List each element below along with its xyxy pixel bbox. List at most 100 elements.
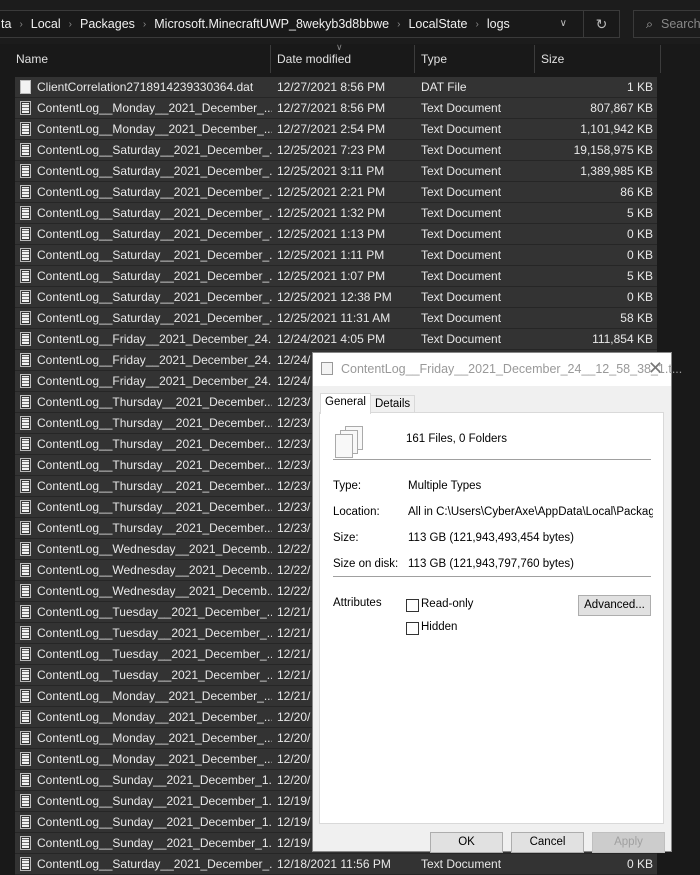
file-date: 12/25/2021 12:38 PM	[277, 290, 392, 304]
text-document-icon	[20, 458, 31, 472]
file-type: Text Document	[421, 101, 502, 115]
cancel-button[interactable]: Cancel	[511, 832, 584, 853]
refresh-icon[interactable]: ↻	[583, 11, 619, 37]
column-header-name[interactable]: Name	[10, 45, 271, 73]
multiple-files-icon	[321, 362, 333, 375]
column-header-type[interactable]: Type	[415, 45, 535, 73]
file-row[interactable]: ContentLog__Saturday__2021_December_... 1…	[15, 161, 657, 182]
file-row[interactable]: ContentLog__Friday__2021_December_24... 1…	[15, 329, 657, 350]
file-row[interactable]: ContentLog__Saturday__2021_December_... 1…	[15, 245, 657, 266]
file-date: 12/25/2021 3:11 PM	[277, 164, 385, 178]
tab-details[interactable]: Details	[370, 395, 416, 413]
file-name: ContentLog__Wednesday__2021_Decemb...	[37, 563, 272, 577]
breadcrumb-local[interactable]: Local	[31, 17, 61, 31]
read-only-label[interactable]: Read-only	[421, 598, 473, 610]
file-date: 12/20/	[277, 752, 311, 766]
file-size: 1,389,985 KB	[580, 164, 653, 178]
chevron-right-icon: ›	[397, 18, 401, 30]
search-input[interactable]: ⌕ Search	[633, 10, 700, 38]
read-only-checkbox[interactable]	[406, 599, 419, 612]
file-date: 12/24/2021 4:05 PM	[277, 332, 386, 346]
file-date: 12/23/	[277, 395, 311, 409]
file-date: 12/22/	[277, 542, 311, 556]
location-label: Location:	[333, 506, 380, 518]
file-row[interactable]: ContentLog__Saturday__2021_December_... 1…	[15, 203, 657, 224]
text-document-icon	[20, 101, 31, 115]
text-document-icon	[20, 416, 31, 430]
breadcrumb-localstate[interactable]: LocalState	[408, 17, 467, 31]
file-row[interactable]: ContentLog__Saturday__2021_December_... 1…	[15, 224, 657, 245]
file-date: 12/20/	[277, 773, 311, 787]
text-document-icon	[20, 395, 31, 409]
hidden-checkbox[interactable]	[406, 622, 419, 635]
file-row[interactable]: ContentLog__Saturday__2021_December_... 1…	[15, 308, 657, 329]
file-name: ContentLog__Saturday__2021_December_...	[37, 290, 272, 304]
file-date: 12/21/	[277, 605, 311, 619]
divider	[333, 459, 651, 460]
dialog-title-bar[interactable]: ContentLog__Friday__2021_December_24__12…	[313, 353, 682, 386]
properties-dialog: ContentLog__Friday__2021_December_24__12…	[312, 352, 682, 853]
file-date: 12/23/	[277, 521, 311, 535]
file-row[interactable]: ContentLog__Saturday__2021_December_... 1…	[15, 140, 657, 161]
file-row[interactable]: ContentLog__Saturday__2021_December_... 1…	[15, 854, 657, 875]
file-date: 12/22/	[277, 563, 311, 577]
breadcrumb-minecraft[interactable]: Microsoft.MinecraftUWP_8wekyb3d8bbwe	[154, 17, 389, 31]
size-on-disk-label: Size on disk:	[333, 558, 399, 570]
text-document-icon	[20, 836, 31, 850]
file-name: ContentLog__Thursday__2021_December...	[37, 479, 272, 493]
column-header-date[interactable]: Date modified	[271, 45, 415, 73]
file-name: ContentLog__Saturday__2021_December_...	[37, 164, 272, 178]
file-date: 12/25/2021 1:32 PM	[277, 206, 386, 220]
column-header-size[interactable]: Size	[535, 45, 661, 73]
file-type: Text Document	[421, 332, 502, 346]
explorer-toolbar: ta › Local › Packages › Microsoft.Minecraft…	[0, 0, 700, 44]
hidden-label[interactable]: Hidden	[421, 621, 457, 633]
file-row[interactable]: ContentLog__Saturday__2021_December_... 1…	[15, 287, 657, 308]
text-document-icon	[20, 353, 31, 367]
chevron-right-icon: ›	[142, 18, 147, 30]
file-row[interactable]: ContentLog__Saturday__2021_December_... 1…	[15, 182, 657, 203]
file-row[interactable]: ContentLog__Saturday__2021_December_... 1…	[15, 266, 657, 287]
file-name: ContentLog__Saturday__2021_December_...	[37, 143, 272, 157]
file-row[interactable]: ContentLog__Monday__2021_December_... 12/…	[15, 119, 657, 140]
file-date: 12/27/2021 8:56 PM	[277, 101, 386, 115]
type-label: Type:	[333, 480, 362, 492]
file-size: 86 KB	[620, 185, 653, 199]
file-name: ContentLog__Thursday__2021_December...	[37, 416, 272, 430]
file-date: 12/27/2021 8:56 PM	[277, 80, 386, 94]
apply-button[interactable]: Apply	[592, 832, 665, 853]
file-name: ContentLog__Friday__2021_December_24...	[37, 353, 272, 367]
file-name: ContentLog__Tuesday__2021_December_...	[37, 647, 272, 661]
text-document-icon	[20, 542, 31, 556]
text-document-icon	[20, 668, 31, 682]
chevron-down-icon[interactable]: ∨	[560, 18, 567, 29]
file-date: 12/25/2021 1:11 PM	[277, 248, 385, 262]
file-name: ContentLog__Friday__2021_December_24...	[37, 332, 272, 346]
file-date: 12/20/	[277, 731, 311, 745]
file-type: Text Document	[421, 143, 502, 157]
file-date: 12/23/	[277, 416, 311, 430]
file-size: 19,158,975 KB	[573, 143, 653, 157]
file-date: 12/19/	[277, 815, 311, 829]
file-date: 12/21/	[277, 626, 311, 640]
file-date: 12/25/2021 7:23 PM	[277, 143, 386, 157]
ok-button[interactable]: OK	[430, 832, 503, 853]
file-row[interactable]: ClientCorrelation2718914239330364.dat 12/…	[15, 77, 657, 98]
text-document-icon	[20, 563, 31, 577]
breadcrumb-appdata[interactable]: ta	[1, 17, 11, 31]
file-date: 12/25/2021 2:21 PM	[277, 185, 386, 199]
tab-general[interactable]: General	[320, 393, 371, 414]
file-row[interactable]: ContentLog__Monday__2021_December_... 12/…	[15, 98, 657, 119]
file-name: ContentLog__Monday__2021_December_...	[37, 710, 272, 724]
address-bar[interactable]: ta › Local › Packages › Microsoft.Minecraft…	[0, 10, 620, 38]
file-date: 12/23/	[277, 458, 311, 472]
breadcrumb-packages[interactable]: Packages	[80, 17, 135, 31]
file-size: 58 KB	[620, 311, 653, 325]
close-icon[interactable]: ✕	[648, 358, 663, 379]
file-name: ContentLog__Wednesday__2021_Decemb...	[37, 542, 272, 556]
file-date: 12/23/	[277, 500, 311, 514]
advanced-button[interactable]: Advanced...	[578, 595, 651, 616]
file-date: 12/21/	[277, 647, 311, 661]
breadcrumb-logs[interactable]: logs	[487, 17, 510, 31]
file-name: ContentLog__Tuesday__2021_December_...	[37, 605, 272, 619]
